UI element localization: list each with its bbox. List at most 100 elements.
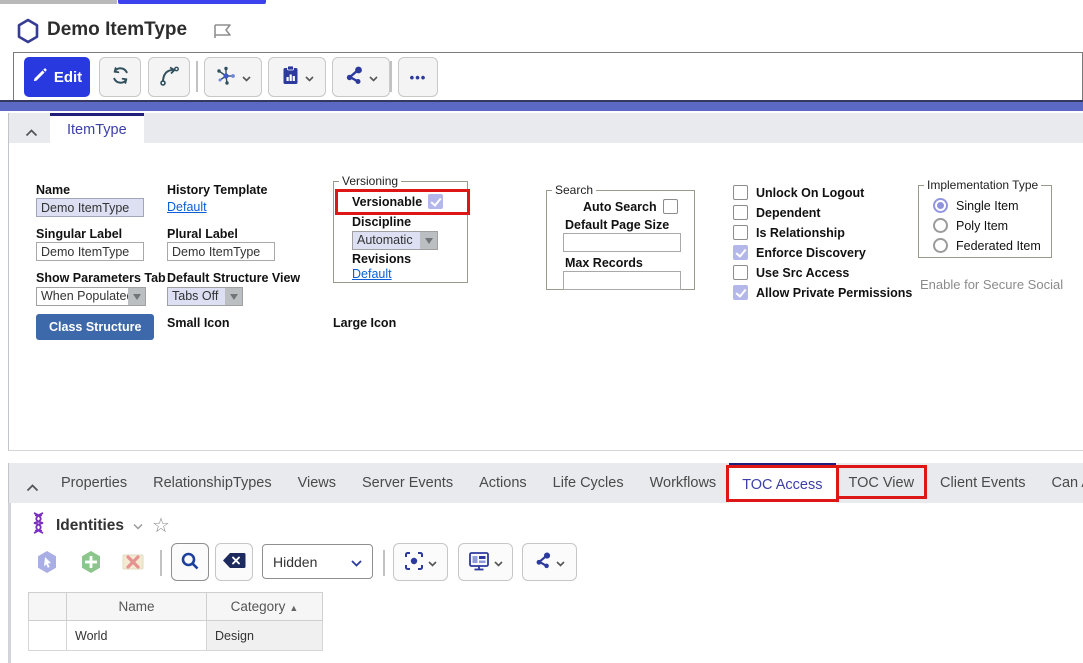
radio-row: Poly Item xyxy=(933,218,1041,233)
promote-version-button[interactable] xyxy=(148,57,190,97)
tab-workflows[interactable]: Workflows xyxy=(637,463,730,503)
tab-relationshiptypes[interactable]: RelationshipTypes xyxy=(140,463,285,503)
federated-item-radio[interactable] xyxy=(933,238,948,253)
refresh-button[interactable] xyxy=(99,57,141,97)
versionable-checkbox[interactable] xyxy=(428,194,443,209)
dependent-label: Dependent xyxy=(756,206,821,220)
focus-target-icon xyxy=(404,551,424,574)
tab-views[interactable]: Views xyxy=(285,463,349,503)
clear-search-button[interactable] xyxy=(215,543,253,581)
name-field[interactable] xyxy=(36,198,144,217)
add-row-button[interactable] xyxy=(72,544,110,582)
collapse-chevron-icon[interactable] xyxy=(25,124,38,142)
dependent-checkbox[interactable] xyxy=(733,205,748,220)
edit-button[interactable]: Edit xyxy=(24,57,90,97)
poly-item-radio[interactable] xyxy=(933,218,948,233)
tab-server-events[interactable]: Server Events xyxy=(349,463,466,503)
delete-row-button[interactable] xyxy=(114,544,152,582)
show-parameters-tab-label: Show Parameters Tab xyxy=(36,271,166,285)
row-selector-cell[interactable] xyxy=(29,621,67,651)
singular-label-field[interactable] xyxy=(36,242,144,261)
revisions-label: Revisions xyxy=(352,252,411,266)
chevron-down-icon[interactable] xyxy=(133,517,143,535)
hidden-filter-select[interactable]: Hidden xyxy=(262,544,373,579)
top-tab-underline-inactive xyxy=(0,0,117,4)
max-records-label: Max Records xyxy=(565,256,643,270)
tab-properties[interactable]: Properties xyxy=(48,463,140,503)
tab-toc-access[interactable]: TOC Access xyxy=(729,463,835,503)
backspace-erase-icon xyxy=(222,552,246,572)
versionable-label: Versionable xyxy=(352,195,422,209)
enforce-discovery-checkbox[interactable] xyxy=(733,245,748,260)
single-item-radio[interactable] xyxy=(933,198,948,213)
show-parameters-tab-select[interactable]: When Populated xyxy=(36,287,146,306)
page-title: Demo ItemType xyxy=(47,19,187,41)
layout-view-button[interactable] xyxy=(458,543,513,581)
default-structure-view-select[interactable]: Tabs Off xyxy=(167,287,243,306)
tab-itemtype[interactable]: ItemType xyxy=(50,113,144,143)
horizontal-splitter[interactable] xyxy=(0,100,1083,111)
name-cell[interactable]: World xyxy=(67,621,207,651)
default-page-size-label: Default Page Size xyxy=(565,218,669,232)
identities-title: Identities xyxy=(56,517,124,535)
discipline-label: Discipline xyxy=(352,215,411,229)
is-relationship-label: Is Relationship xyxy=(756,226,845,240)
select-item-button[interactable] xyxy=(28,544,66,582)
ellipsis-icon: ••• xyxy=(410,70,427,85)
history-template-label: History Template xyxy=(167,183,268,197)
auto-search-checkbox[interactable] xyxy=(663,199,678,214)
category-cell[interactable]: Design xyxy=(207,621,323,651)
revisions-link[interactable]: Default xyxy=(352,267,392,281)
class-structure-button[interactable]: Class Structure xyxy=(36,314,154,340)
chevron-down-icon xyxy=(428,555,437,570)
small-icon-label: Small Icon xyxy=(167,316,230,330)
chevron-down-icon xyxy=(242,70,251,85)
dropdown-arrow-icon[interactable] xyxy=(225,288,242,305)
structure-hub-button[interactable] xyxy=(204,57,262,97)
reports-button[interactable] xyxy=(268,57,326,97)
allow-private-permissions-checkbox[interactable] xyxy=(733,285,748,300)
flag-icon[interactable] xyxy=(213,22,233,45)
collapse-chevron-icon[interactable] xyxy=(26,479,39,497)
hexagon-cursor-icon xyxy=(35,549,59,578)
tab-actions[interactable]: Actions xyxy=(466,463,540,503)
toolbar-separator xyxy=(196,61,198,92)
tab-life-cycles[interactable]: Life Cycles xyxy=(540,463,637,503)
discipline-select[interactable]: Automatic xyxy=(352,231,438,250)
default-structure-view-label: Default Structure View xyxy=(167,271,300,285)
chevron-down-icon xyxy=(494,555,503,570)
dna-identities-icon xyxy=(30,511,47,540)
use-src-access-checkbox[interactable] xyxy=(733,265,748,280)
more-actions-button[interactable]: ••• xyxy=(398,57,438,97)
focus-view-button[interactable] xyxy=(393,543,448,581)
dropdown-arrow-icon[interactable] xyxy=(420,232,437,249)
plural-label-field[interactable] xyxy=(167,242,275,261)
favorite-star-icon[interactable]: ☆ xyxy=(152,513,170,538)
dropdown-arrow-icon[interactable] xyxy=(128,288,145,305)
flag-row: Unlock On Logout xyxy=(733,185,912,200)
auto-search-label: Auto Search xyxy=(583,200,657,214)
share-grid-button[interactable] xyxy=(522,543,577,581)
plus-hexagon-icon xyxy=(79,549,103,578)
category-column-header[interactable]: Category▲ xyxy=(207,593,323,621)
default-page-size-field[interactable] xyxy=(563,233,681,252)
max-records-field[interactable] xyxy=(563,271,681,290)
enable-secure-social-label: Enable for Secure Social xyxy=(920,277,1063,292)
name-column-header[interactable]: Name xyxy=(67,593,207,621)
share-button[interactable] xyxy=(332,57,390,97)
tab-client-events[interactable]: Client Events xyxy=(927,463,1038,503)
chevron-down-icon xyxy=(351,554,362,570)
share-icon xyxy=(344,66,364,88)
is-relationship-checkbox[interactable] xyxy=(733,225,748,240)
selector-column-header[interactable] xyxy=(29,593,67,621)
flag-row: Use Src Access xyxy=(733,265,912,280)
tab-toc-view[interactable]: TOC View xyxy=(836,463,928,503)
singular-label-label: Singular Label xyxy=(36,227,122,241)
grid-row[interactable]: World Design xyxy=(29,621,323,651)
monitor-layout-icon xyxy=(468,551,490,574)
unlock-on-logout-label: Unlock On Logout xyxy=(756,186,864,200)
history-template-link[interactable]: Default xyxy=(167,200,207,214)
search-toggle-button[interactable] xyxy=(171,543,209,581)
tab-can-add[interactable]: Can Add xyxy=(1038,463,1083,503)
unlock-on-logout-checkbox[interactable] xyxy=(733,185,748,200)
